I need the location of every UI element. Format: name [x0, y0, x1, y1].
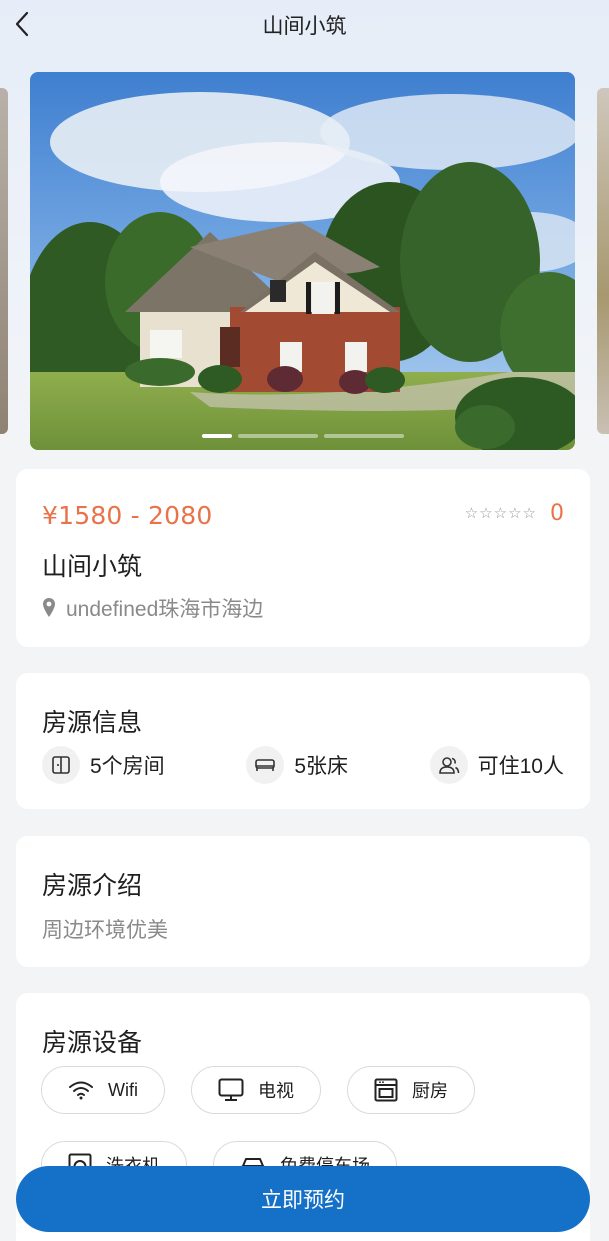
house-name: 山间小筑 [42, 553, 143, 581]
chevron-left-icon [15, 11, 29, 37]
rating: ☆ ☆ ☆ ☆ ☆ 0 [465, 501, 564, 526]
intro-card: 房源介绍 周边环境优美 [16, 836, 590, 967]
info-label: 可住10人 [477, 755, 564, 778]
back-button[interactable] [10, 10, 34, 38]
facility-kitchen: 厨房 [347, 1066, 475, 1114]
house-info-card: 房源信息 5个房间 5张床 可住10人 [16, 673, 590, 809]
carousel-prev-slide[interactable] [0, 88, 8, 434]
carousel-dot[interactable] [323, 434, 404, 438]
facility-tv: 电视 [191, 1066, 321, 1114]
address[interactable]: undefined珠海市海边 [42, 593, 263, 623]
people-icon [438, 757, 459, 774]
section-title: 房源信息 [42, 709, 143, 737]
tv-icon [218, 1078, 244, 1101]
door-icon [52, 756, 70, 774]
section-title: 房源介绍 [42, 872, 143, 900]
star-rating: ☆ ☆ ☆ ☆ ☆ [465, 506, 536, 521]
star-icon: ☆ [493, 505, 508, 522]
facility-label: Wifi [108, 1079, 138, 1100]
wifi-icon [69, 1081, 93, 1100]
address-text: undefined珠海市海边 [66, 598, 264, 621]
house-info-list: 5个房间 5张床 可住10人 [42, 745, 564, 785]
summary-card: ¥1580 - 2080 ☆ ☆ ☆ ☆ ☆ 0 山间小筑 undefined珠… [16, 469, 590, 647]
star-icon: ☆ [479, 505, 493, 522]
bed-icon [255, 759, 276, 771]
carousel-dot[interactable] [237, 434, 318, 438]
price-range: ¥1580 - 2080 [42, 501, 213, 530]
facility-label: 电视 [258, 1081, 294, 1101]
star-icon: ☆ [522, 505, 536, 522]
house-photo [30, 72, 575, 450]
navbar: 山间小筑 [0, 0, 609, 50]
intro-text: 周边环境优美 [42, 919, 168, 942]
info-item-beds: 5张床 [246, 746, 348, 784]
star-icon: ☆ [464, 505, 479, 522]
book-now-button[interactable]: 立即预约 [16, 1166, 590, 1232]
page-title: 山间小筑 [262, 15, 347, 38]
kitchen-icon [374, 1078, 398, 1102]
info-label: 5个房间 [90, 755, 165, 778]
info-label: 5张床 [294, 755, 348, 778]
carousel-dot-active[interactable] [201, 434, 232, 438]
location-pin-icon [43, 598, 55, 617]
info-item-rooms: 5个房间 [42, 746, 165, 784]
carousel-indicators [30, 434, 575, 438]
star-icon: ☆ [508, 505, 522, 522]
carousel-next-slide[interactable] [597, 88, 609, 434]
rating-count: 0 [550, 501, 564, 526]
info-item-guests: 可住10人 [429, 746, 564, 784]
facility-label: 厨房 [412, 1081, 448, 1101]
image-carousel[interactable] [30, 72, 575, 450]
section-title: 房源设备 [42, 1029, 143, 1057]
facility-wifi: Wifi [41, 1066, 165, 1114]
